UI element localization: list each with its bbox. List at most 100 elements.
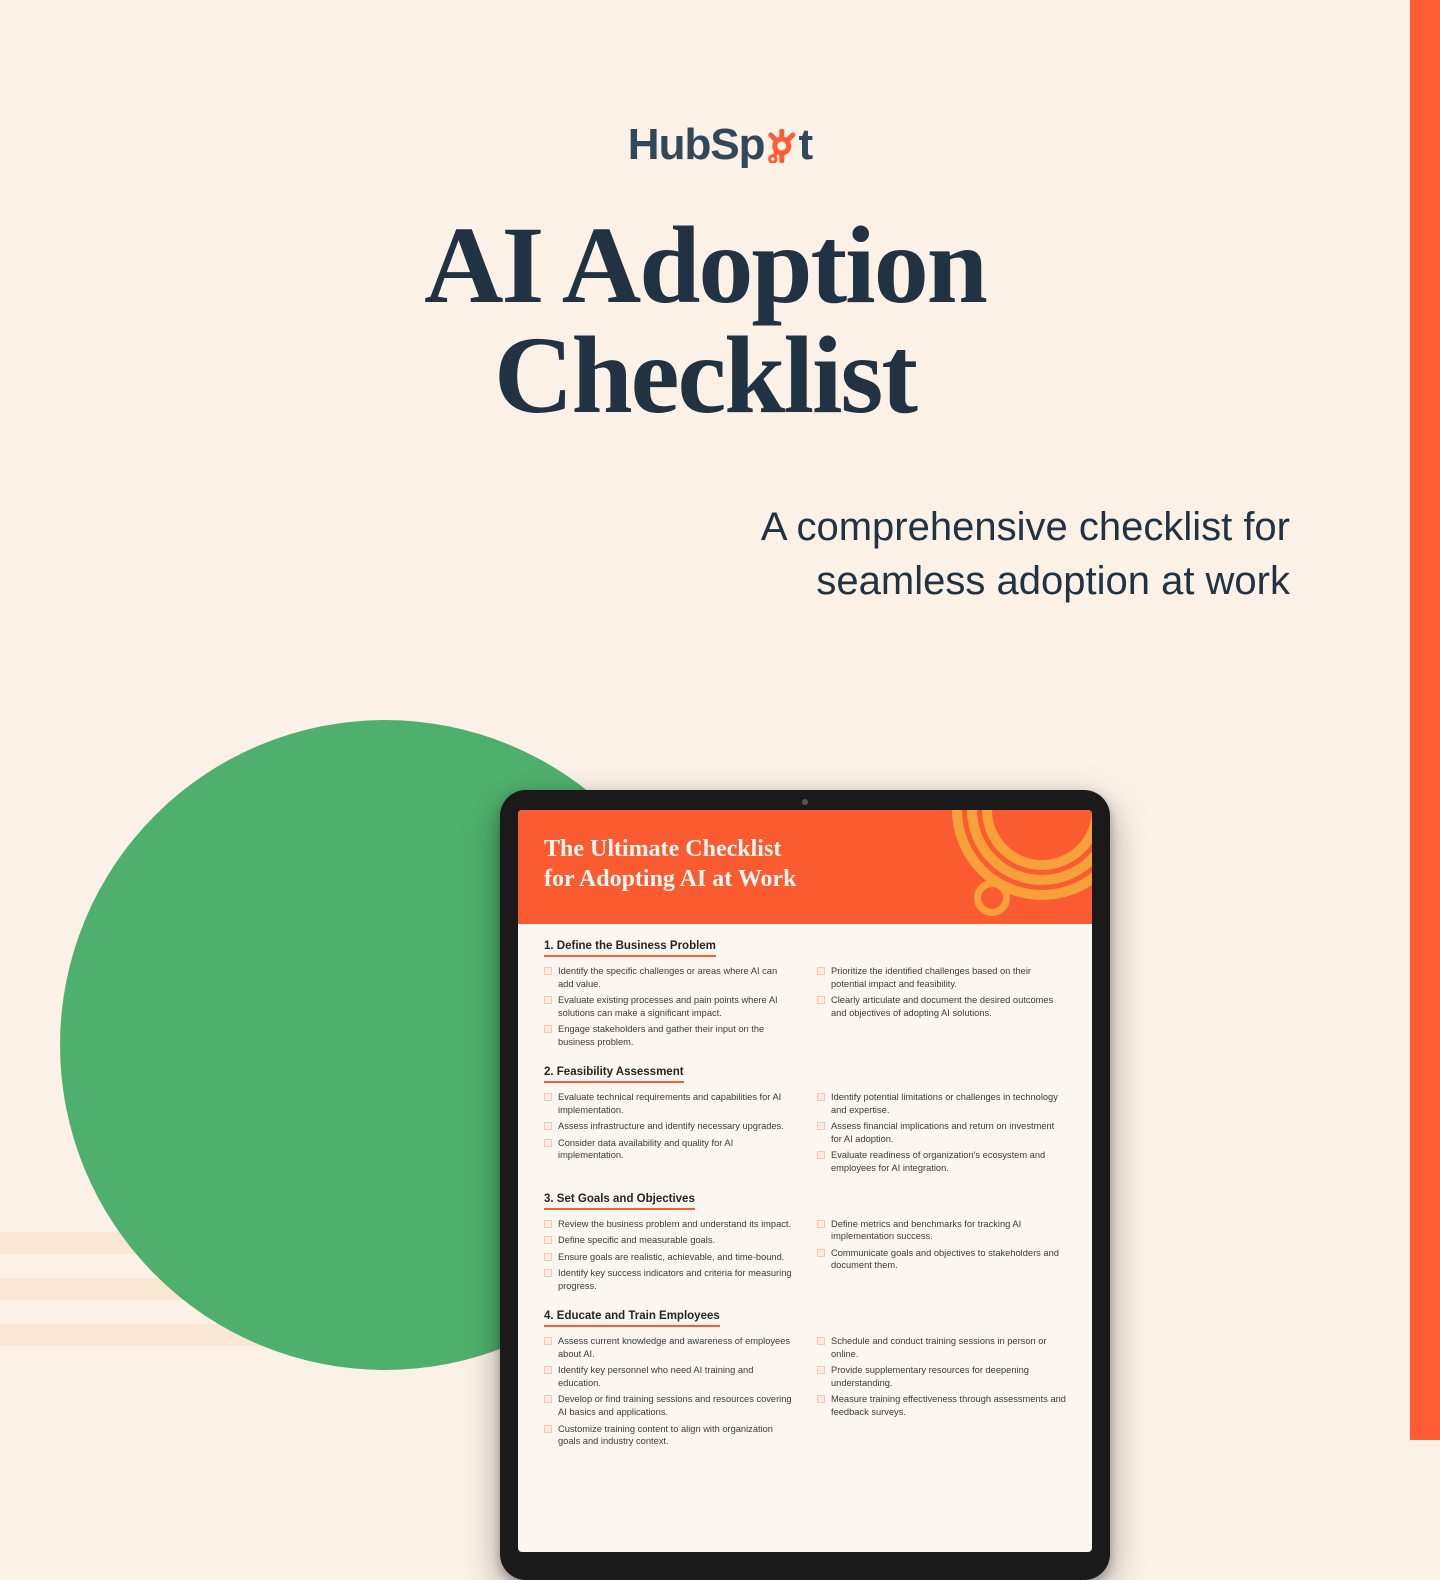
checklist-item: Identify potential limitations or challe… [817, 1091, 1066, 1116]
checkbox-icon [544, 1139, 552, 1147]
checklist-item: Assess current knowledge and awareness o… [544, 1335, 793, 1360]
checkbox-icon [544, 996, 552, 1004]
checkbox-icon [817, 1366, 825, 1374]
checklist-item: Provide supplementary resources for deep… [817, 1364, 1066, 1389]
checklist-item-text: Customize training content to align with… [558, 1423, 793, 1448]
section-title: 1. Define the Business Problem [544, 940, 716, 957]
checklist-item-text: Consider data availability and quality f… [558, 1137, 793, 1162]
checkbox-icon [817, 1220, 825, 1228]
decor-circle [974, 880, 1010, 916]
checkbox-icon [544, 1253, 552, 1261]
checklist-item: Clearly articulate and document the desi… [817, 994, 1066, 1019]
checklist-item: Consider data availability and quality f… [544, 1137, 793, 1162]
checkbox-icon [544, 1025, 552, 1033]
accent-right-bar [1410, 0, 1440, 1440]
checkbox-icon [817, 1151, 825, 1159]
checklist-item-text: Clearly articulate and document the desi… [831, 994, 1066, 1019]
checklist-item: Assess financial implications and return… [817, 1120, 1066, 1145]
section-column: Assess current knowledge and awareness o… [544, 1335, 793, 1451]
checkbox-icon [544, 967, 552, 975]
checklist-item-text: Define metrics and benchmarks for tracki… [831, 1218, 1066, 1243]
checkbox-icon [544, 1366, 552, 1374]
brand-logo: HubSpt [628, 120, 812, 170]
section-title: 4. Educate and Train Employees [544, 1310, 720, 1327]
checklist-item: Develop or find training sessions and re… [544, 1393, 793, 1418]
checklist-item: Review the business problem and understa… [544, 1218, 793, 1231]
checklist-item: Customize training content to align with… [544, 1423, 793, 1448]
doc-section: 3. Set Goals and Objectives Review the bu… [544, 1193, 1066, 1297]
checkbox-icon [544, 1093, 552, 1101]
doc-section: 1. Define the Business Problem Identify t… [544, 940, 1066, 1052]
checklist-item: Ensure goals are realistic, achievable, … [544, 1251, 793, 1264]
checklist-item-text: Provide supplementary resources for deep… [831, 1364, 1066, 1389]
tablet-screen: The Ultimate Checklist for Adopting AI a… [518, 810, 1092, 1552]
checklist-item-text: Evaluate technical requirements and capa… [558, 1091, 793, 1116]
checklist-item-text: Assess current knowledge and awareness o… [558, 1335, 793, 1360]
checklist-item-text: Identify key personnel who need AI train… [558, 1364, 793, 1389]
tablet-mockup: The Ultimate Checklist for Adopting AI a… [500, 790, 1110, 1580]
checklist-item-text: Define specific and measurable goals. [558, 1234, 715, 1247]
doc-header: The Ultimate Checklist for Adopting AI a… [518, 810, 1092, 924]
doc-title-line1: The Ultimate Checklist [544, 836, 781, 862]
doc-body: 1. Define the Business Problem Identify t… [518, 924, 1092, 1552]
checkbox-icon [544, 1337, 552, 1345]
section-column: Prioritize the identified challenges bas… [817, 965, 1066, 1052]
checklist-item-text: Review the business problem and understa… [558, 1218, 791, 1231]
checklist-item: Define specific and measurable goals. [544, 1234, 793, 1247]
section-column: Identify potential limitations or challe… [817, 1091, 1066, 1178]
doc-title-line2: for Adopting AI at Work [544, 866, 797, 892]
page-title: AI Adoption Checklist [0, 210, 1410, 430]
checklist-item: Prioritize the identified challenges bas… [817, 965, 1066, 990]
checklist-item-text: Communicate goals and objectives to stak… [831, 1247, 1066, 1272]
checklist-item-text: Engage stakeholders and gather their inp… [558, 1023, 793, 1048]
checklist-item-text: Prioritize the identified challenges bas… [831, 965, 1066, 990]
checkbox-icon [544, 1122, 552, 1130]
checkbox-icon [817, 996, 825, 1004]
doc-title: The Ultimate Checklist for Adopting AI a… [544, 834, 864, 894]
section-column: Evaluate technical requirements and capa… [544, 1091, 793, 1178]
checklist-item-text: Evaluate existing processes and pain poi… [558, 994, 793, 1019]
checklist-item-text: Develop or find training sessions and re… [558, 1393, 793, 1418]
checkbox-icon [544, 1220, 552, 1228]
checkbox-icon [817, 967, 825, 975]
section-columns: Identify the specific challenges or area… [544, 965, 1066, 1052]
checkbox-icon [817, 1122, 825, 1130]
checklist-item-text: Schedule and conduct training sessions i… [831, 1335, 1066, 1360]
checkbox-icon [544, 1425, 552, 1433]
checkbox-icon [544, 1236, 552, 1244]
checklist-item-text: Identify potential limitations or challe… [831, 1091, 1066, 1116]
checklist-item-text: Assess financial implications and return… [831, 1120, 1066, 1145]
title-line2: Checklist [494, 314, 916, 436]
checklist-item: Communicate goals and objectives to stak… [817, 1247, 1066, 1272]
brand-name-part2: t [799, 120, 813, 169]
doc-section: 2. Feasibility Assessment Evaluate techni… [544, 1066, 1066, 1178]
checklist-item-text: Identify key success indicators and crit… [558, 1267, 793, 1292]
section-columns: Review the business problem and understa… [544, 1218, 1066, 1297]
section-columns: Evaluate technical requirements and capa… [544, 1091, 1066, 1178]
checklist-item: Evaluate readiness of organization's eco… [817, 1149, 1066, 1174]
checklist-item-text: Assess infrastructure and identify neces… [558, 1120, 784, 1133]
title-line1: AI Adoption [424, 204, 986, 326]
section-title: 2. Feasibility Assessment [544, 1066, 684, 1083]
checklist-item: Identify key success indicators and crit… [544, 1267, 793, 1292]
checklist-item: Schedule and conduct training sessions i… [817, 1335, 1066, 1360]
checklist-item: Define metrics and benchmarks for tracki… [817, 1218, 1066, 1243]
checkbox-icon [817, 1337, 825, 1345]
section-column: Identify the specific challenges or area… [544, 965, 793, 1052]
checkbox-icon [817, 1093, 825, 1101]
checklist-item: Identify key personnel who need AI train… [544, 1364, 793, 1389]
sprocket-icon [765, 118, 799, 168]
checklist-item-text: Ensure goals are realistic, achievable, … [558, 1251, 784, 1264]
checklist-item: Identify the specific challenges or area… [544, 965, 793, 990]
checklist-item: Evaluate technical requirements and capa… [544, 1091, 793, 1116]
page-subtitle: A comprehensive checklist for seamless a… [730, 500, 1290, 608]
section-column: Define metrics and benchmarks for tracki… [817, 1218, 1066, 1297]
checklist-item-text: Measure training effectiveness through a… [831, 1393, 1066, 1418]
section-column: Schedule and conduct training sessions i… [817, 1335, 1066, 1451]
checkbox-icon [544, 1395, 552, 1403]
checklist-item-text: Identify the specific challenges or area… [558, 965, 793, 990]
checklist-item: Evaluate existing processes and pain poi… [544, 994, 793, 1019]
checkbox-icon [817, 1395, 825, 1403]
section-title: 3. Set Goals and Objectives [544, 1193, 695, 1210]
checklist-item: Engage stakeholders and gather their inp… [544, 1023, 793, 1048]
